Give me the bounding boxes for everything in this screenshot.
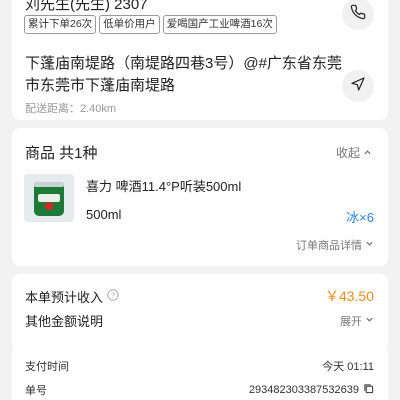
delivery-distance: 配送距离：2.40km (25, 103, 117, 115)
expand-button[interactable]: 展开 (340, 313, 374, 329)
chevron-down-icon (365, 239, 374, 251)
navigation-arrow-icon (350, 76, 366, 97)
product-name: 喜力 啤酒11.4°P听装500ml (86, 179, 242, 194)
collapse-label: 收起 (335, 146, 360, 160)
order-number-group: 2934823033875326​39 (249, 383, 374, 397)
svg-text:?: ? (111, 290, 115, 299)
customer-tag: 爱喝国产工业啤酒16次 (162, 15, 277, 34)
product-thumbnail (24, 174, 74, 222)
order-number-label: 单号 (25, 385, 47, 397)
phone-icon (350, 4, 366, 25)
customer-card: 刘先生(先生) 2307 累计下单26次 低单价用户 爱喝国产工业啤酒16次 下… (12, 0, 388, 120)
income-row: 本单预计收入 ? ￥43.50 (25, 286, 374, 306)
pay-time-row: 支付时间 今天 01:11 (25, 358, 374, 374)
other-amount-row: 其他金额说明 展开 (25, 311, 374, 330)
product-quantity: 冰×6 (346, 210, 374, 225)
other-amount-label: 其他金额说明 (25, 314, 104, 329)
navigate-button[interactable] (342, 70, 374, 102)
income-label-group: 本单预计收入 ? (25, 287, 119, 306)
pay-time-value: 今天 01:11 (322, 361, 374, 373)
products-title: 商品 共1种 (25, 145, 98, 162)
order-info-card: 支付时间 今天 01:11 单号 2934823033875326​39 (12, 344, 388, 400)
income-card: 本单预计收入 ? ￥43.50 其他金额说明 展开 (12, 274, 388, 350)
order-number-row: 单号 2934823033875326​39 (25, 382, 374, 398)
income-label: 本单预计收入 (25, 289, 104, 305)
order-number-value: 2934823033875326​39 (248, 384, 359, 396)
chevron-down-icon (365, 315, 374, 327)
pay-time-label: 支付时间 (25, 361, 69, 373)
order-items-detail-link[interactable]: 订单商品详情 (296, 237, 374, 253)
question-icon[interactable]: ? (107, 288, 119, 304)
customer-name: 刘先生(先生) 2307 (25, 0, 148, 13)
customer-tag: 累计下单26次 (24, 15, 97, 34)
delivery-address: 下蓬庙南堤路（南堤路四巷3号）@#广东省东莞市东莞市下蓬庙南堤路 (25, 55, 342, 94)
products-card: 商品 共1种 收起 喜力 啤酒11.4°P听装500ml 500ml 冰×6 订… (12, 128, 388, 266)
collapse-button[interactable]: 收起 (336, 144, 372, 161)
income-value: ￥43.50 (324, 288, 374, 304)
copy-icon[interactable] (363, 383, 374, 397)
order-items-detail-label: 订单商品详情 (296, 240, 362, 252)
customer-tag: 低单价用户 (99, 15, 160, 34)
chevron-up-icon (363, 146, 372, 160)
call-button[interactable] (342, 0, 374, 30)
expand-label: 展开 (340, 315, 362, 328)
customer-tags: 累计下单26次 低单价用户 爱喝国产工业啤酒16次 (24, 15, 277, 34)
product-spec: 500ml (86, 207, 122, 222)
